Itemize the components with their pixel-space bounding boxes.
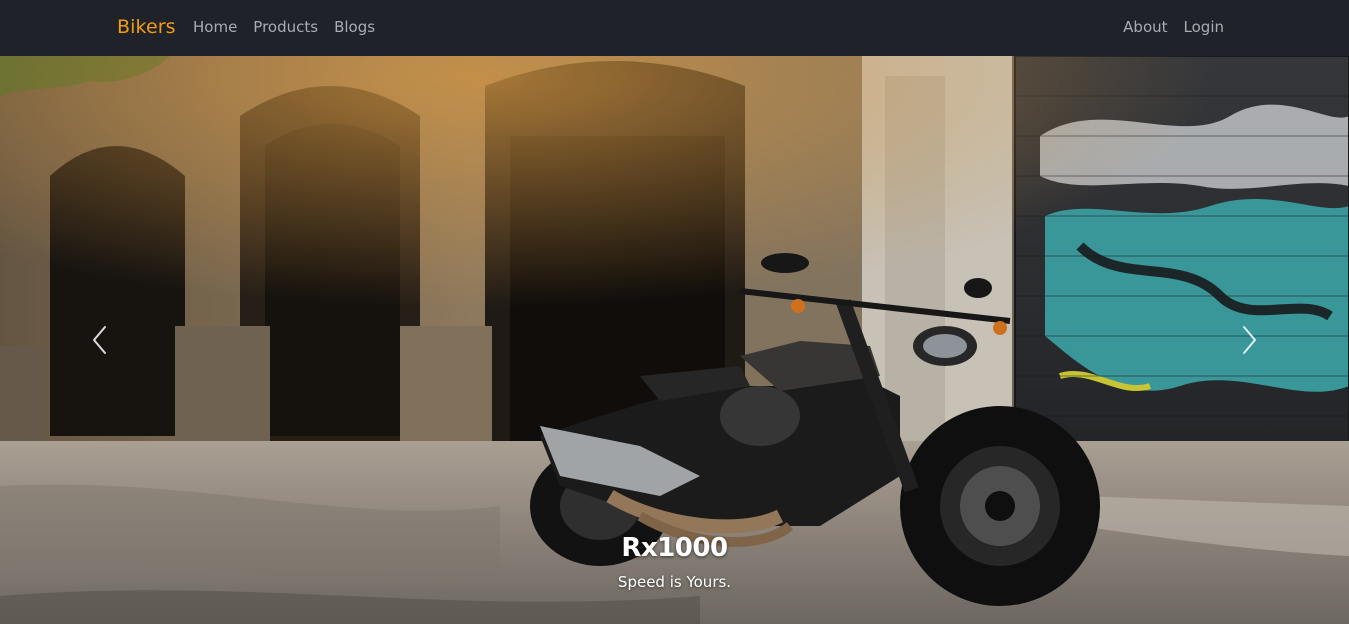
nav-right-menu: About Login — [1123, 18, 1224, 36]
nav-link-blogs[interactable]: Blogs — [334, 18, 375, 36]
top-navbar: Bikers Home Products Blogs About Login — [0, 0, 1349, 56]
navbar-inner: Bikers Home Products Blogs About Login — [0, 0, 1349, 56]
nav-link-home[interactable]: Home — [193, 18, 237, 36]
chevron-right-icon — [1243, 326, 1256, 354]
caption-text: Speed is Yours. — [617, 573, 732, 591]
hero-carousel: Rx1000 Speed is Yours. — [0, 56, 1349, 624]
nav-link-about[interactable]: About — [1123, 18, 1167, 36]
brand-link[interactable]: Bikers — [117, 16, 176, 38]
nav-left-menu: Home Products Blogs — [193, 18, 375, 36]
carousel-caption: Rx1000 Speed is Yours. — [0, 533, 1349, 591]
chevron-left-icon — [93, 326, 106, 354]
caption-title: Rx1000 — [621, 533, 728, 563]
nav-link-products[interactable]: Products — [253, 18, 318, 36]
nav-link-login[interactable]: Login — [1184, 18, 1224, 36]
